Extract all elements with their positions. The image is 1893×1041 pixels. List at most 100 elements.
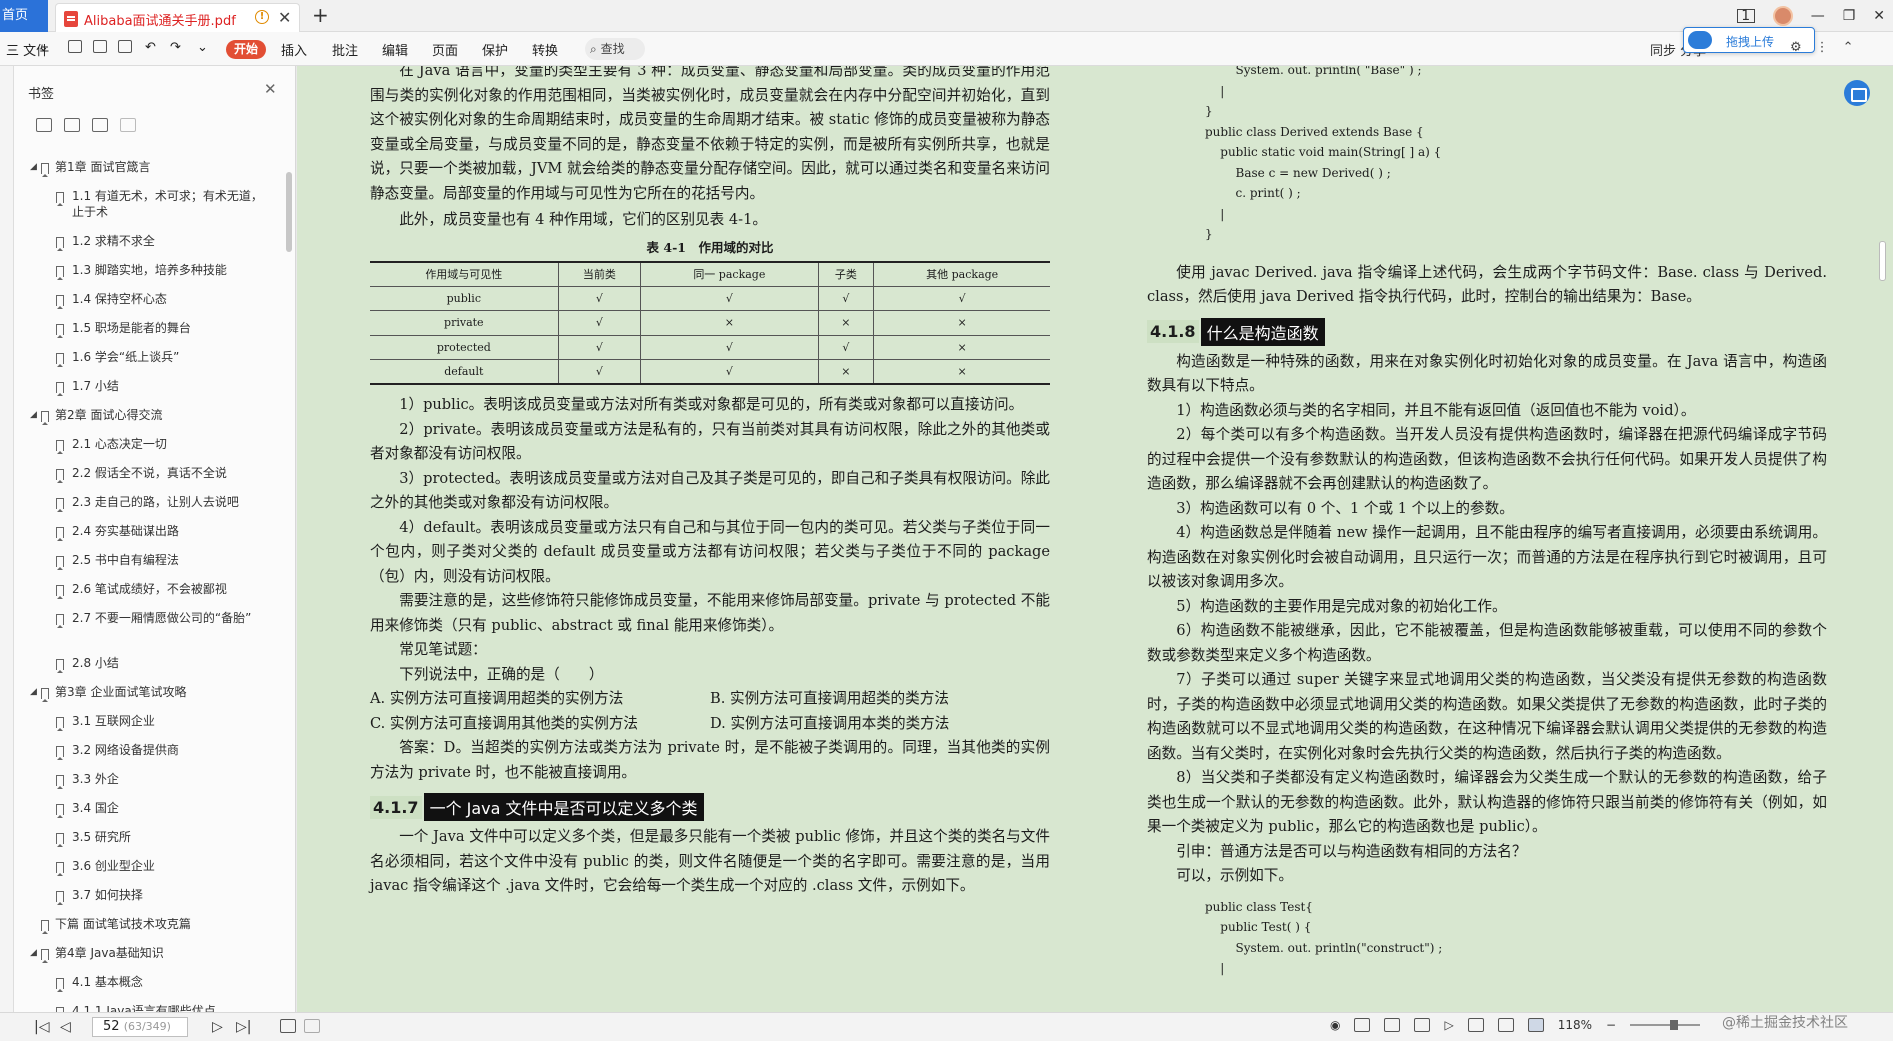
sidebar-item[interactable]: 1.2 求精不求全 (14, 228, 280, 257)
floating-tool-icon[interactable] (1844, 80, 1870, 106)
undo-icon[interactable]: ↶ (145, 40, 156, 55)
home-tab[interactable]: 首页 (0, 0, 48, 32)
open-folder-icon[interactable] (68, 40, 82, 57)
save-icon[interactable] (93, 40, 107, 57)
expand-triangle-icon[interactable]: ◢ (30, 948, 37, 958)
settings-icon[interactable]: ⚙ (1790, 40, 1802, 55)
paragraph: 3）protected。表明该成员变量或方法对自己及其子类是可见的，即自己和子类… (370, 469, 1050, 512)
sidebar-item[interactable]: 3.6 创业型企业 (14, 853, 280, 882)
sidebar-item[interactable]: 1.4 保持空杯心态 (14, 286, 280, 315)
sidebar-item[interactable]: 2.2 假话全不说，真话不全说 (14, 460, 280, 489)
expand-triangle-icon[interactable]: ◢ (30, 162, 37, 172)
reading-mode-icon[interactable] (1527, 1018, 1544, 1032)
close-window-icon[interactable]: ✕ (1873, 8, 1885, 24)
single-page-icon[interactable] (1354, 1018, 1371, 1032)
next-page-icon[interactable]: ▷ (212, 1019, 223, 1035)
scope-comparison-table: 作用域与可见性 当前类 同一 package 子类 其他 package public √… (370, 260, 1050, 385)
tab-convert[interactable]: 转换 (532, 40, 558, 59)
sidebar-item[interactable]: 2.1 心态决定一切 (14, 431, 280, 460)
continuous-page-icon[interactable] (1384, 1018, 1401, 1032)
tab-start[interactable]: 开始 (226, 40, 266, 59)
print-icon[interactable] (118, 40, 132, 57)
eye-protection-icon[interactable]: ◉ (1330, 1018, 1340, 1032)
restore-icon[interactable]: ❐ (1843, 8, 1856, 24)
bookmark-icon (56, 382, 64, 396)
sidebar-item[interactable]: 2.7 不要一厢情愿做公司的“备胎” (14, 605, 280, 650)
sidebar-item-label: 第2章 面试心得交流 (55, 408, 163, 422)
sidebar-item[interactable]: 2.5 书中自有编程法 (14, 547, 280, 576)
sidebar-item[interactable]: 下篇 面试笔试技术攻克篇 (14, 911, 280, 940)
sidebar-item[interactable]: 2.8 小结 (14, 650, 280, 679)
sidebar-item[interactable]: 1.5 职场是能者的舞台 (14, 315, 280, 344)
tab-annotate[interactable]: 批注 (332, 40, 358, 59)
sidebar-item[interactable]: 3.4 国企 (14, 795, 280, 824)
collapse-icon[interactable]: ⌃ (1843, 40, 1854, 55)
toolbar-extra: ⚙ ⋮ ⌃ (1790, 40, 1854, 55)
bookmark-icon (56, 237, 64, 251)
expand-all-icon[interactable] (36, 118, 52, 132)
delete-bookmark-icon[interactable] (120, 118, 136, 132)
more-chevron-icon[interactable]: ⌄ (197, 40, 208, 55)
sidebar-item[interactable]: 2.3 走自己的路，让别人去说吧 (14, 489, 280, 518)
minimize-icon[interactable]: — (1811, 8, 1825, 24)
window-count-badge[interactable]: 1 (1736, 9, 1755, 23)
paragraph: 答案：D。当超类的实例方法或类方法为 private 时，是不能被子类调用的。同… (370, 739, 1050, 781)
zoom-level[interactable]: 118% (1558, 1018, 1592, 1032)
table-header-cell: 其他 package (873, 261, 1050, 287)
table-header-cell: 子类 (817, 261, 875, 287)
page-number-input[interactable]: 52 (63/349) (92, 1017, 188, 1037)
expand-triangle-icon[interactable]: ◢ (30, 687, 37, 697)
sidebar-item[interactable]: 3.5 研究所 (14, 824, 280, 853)
tab-insert[interactable]: 插入 (281, 40, 307, 59)
expand-triangle-icon[interactable]: ◢ (30, 410, 37, 420)
first-page-icon[interactable]: |◁ (34, 1019, 49, 1035)
last-page-icon[interactable]: ▷| (236, 1019, 251, 1035)
sidebar-item[interactable]: 3.2 网络设备提供商 (14, 737, 280, 766)
sidebar-item[interactable]: 2.4 夯实基础谋出路 (14, 518, 280, 547)
avatar[interactable] (1772, 6, 1793, 26)
paragraph: 8）当父类和子类都没有定义构造函数时，编译器会为父类生成一个默认的无参数的构造函… (1147, 769, 1827, 835)
redo-icon[interactable]: ↷ (170, 40, 181, 55)
add-bookmark-icon[interactable] (92, 118, 108, 132)
sidebar-item[interactable]: 2.6 笔试成绩好，不会被鄙视 (14, 576, 280, 605)
warning-icon[interactable]: ! (255, 10, 269, 24)
sidebar-item-label: 2.7 不要一厢情愿做公司的“备胎” (72, 611, 252, 625)
chevron-down-icon[interactable]: ⌄ (38, 40, 49, 55)
tab-page[interactable]: 页面 (432, 40, 458, 59)
more-icon[interactable]: ⋮ (1816, 40, 1829, 55)
fullscreen-icon[interactable] (1497, 1018, 1514, 1032)
tab-protect[interactable]: 保护 (482, 40, 508, 59)
sidebar-item[interactable]: ◢ 第3章 企业面试笔试攻略 (14, 679, 280, 708)
close-icon[interactable]: ✕ (264, 80, 277, 98)
document-tab[interactable]: Alibaba面试通关手册.pdf ! ✕ (55, 3, 300, 32)
sidebar-item-label: 3.1 互联网企业 (72, 714, 155, 728)
zoom-out-icon[interactable]: − (1606, 1018, 1616, 1032)
collapse-all-icon[interactable] (64, 118, 80, 132)
sidebar-item[interactable]: 3.7 如何抉择 (14, 882, 280, 911)
sidebar-item[interactable]: 1.6 学会“纸上谈兵” (14, 344, 280, 373)
document-tab-title: Alibaba面试通关手册.pdf (84, 14, 236, 29)
new-tab-button[interactable]: + (312, 3, 329, 27)
page-left: 在 Java 语言中，变量的类型主要有 3 种：成员变量、静态变量和局部变量。类… (370, 66, 1050, 1005)
sidebar-item[interactable]: 1.7 小结 (14, 373, 280, 402)
sidebar-item[interactable]: 1.3 脚踏实地，培养多种技能 (14, 257, 280, 286)
tab-edit[interactable]: 编辑 (382, 40, 408, 59)
zoom-slider[interactable] (1630, 1020, 1701, 1030)
sidebar-item[interactable]: ◢ 第1章 面试官箴言 (14, 154, 280, 183)
sidebar-item[interactable]: ◢ 第4章 Java基础知识 (14, 940, 280, 969)
sidebar-item[interactable]: 3.1 互联网企业 (14, 708, 280, 737)
search-button[interactable]: ⌕ 查找 (585, 38, 645, 60)
close-tab-icon[interactable]: ✕ (278, 8, 291, 27)
rotate-page-icon[interactable] (304, 1019, 320, 1037)
prev-page-icon[interactable]: ◁ (60, 1019, 71, 1035)
sidebar-item[interactable]: 3.3 外企 (14, 766, 280, 795)
sidebar-scrollbar[interactable] (286, 172, 292, 252)
sidebar-item[interactable]: 4.1 基本概念 (14, 969, 280, 998)
fit-page-icon[interactable] (280, 1019, 296, 1037)
sidebar-item[interactable]: 1.1 有道无术，术可求；有术无道，止于术 (14, 183, 280, 228)
document-scrollbar[interactable] (1879, 241, 1886, 281)
fit-width-icon[interactable] (1467, 1018, 1484, 1032)
two-page-icon[interactable] (1414, 1018, 1431, 1032)
sidebar-item[interactable]: ◢ 第2章 面试心得交流 (14, 402, 280, 431)
play-icon[interactable]: ▷ (1444, 1018, 1453, 1032)
